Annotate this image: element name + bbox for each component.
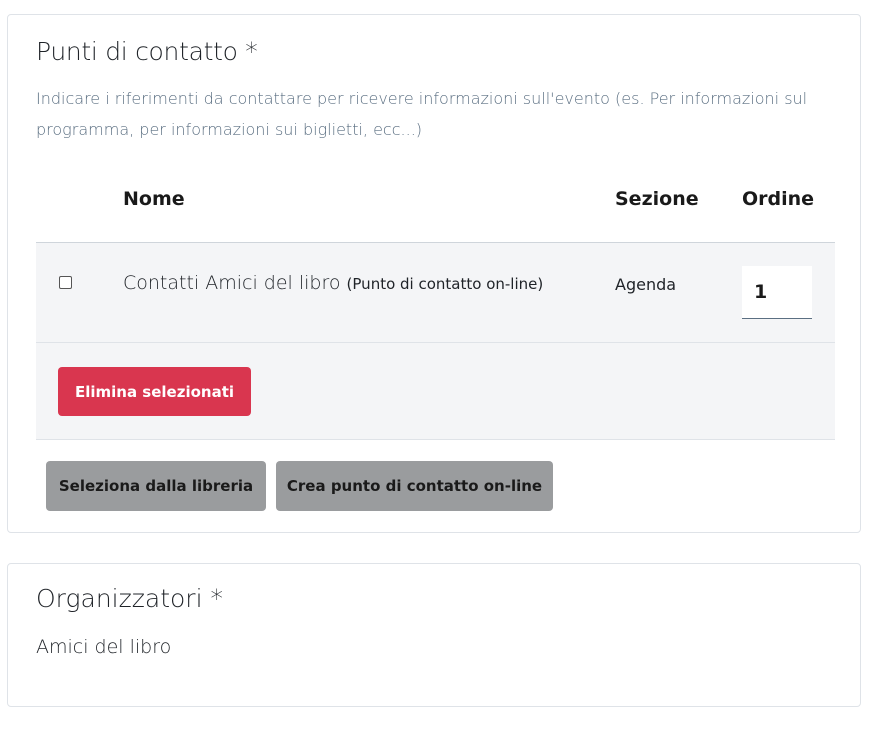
- select-from-library-button[interactable]: Seleziona dalla libreria: [46, 461, 266, 511]
- organizer-name: Amici del libro: [36, 636, 172, 658]
- contact-points-help-text: Indicare i riferimenti da contattare per…: [36, 89, 808, 139]
- contact-name-text: Contatti Amici del libro: [123, 272, 341, 294]
- organizers-card: Organizzatori * Amici del libro: [7, 563, 861, 707]
- delete-selected-button[interactable]: Elimina selezionati: [58, 367, 251, 416]
- create-online-contact-button[interactable]: Crea punto di contatto on-line: [276, 461, 553, 511]
- column-header-name: Nome: [123, 188, 185, 210]
- contact-type-text: (Punto di contatto on-line): [346, 275, 544, 293]
- organizers-title: Organizzatori *: [36, 584, 223, 613]
- contact-points-title: Punti di contatto *: [36, 37, 258, 66]
- contact-name: Contatti Amici del libro (Punto di conta…: [123, 272, 543, 294]
- column-header-section: Sezione: [615, 188, 699, 210]
- bulk-actions-bar: Elimina selezionati: [36, 343, 835, 440]
- table-row: Contatti Amici del libro (Punto di conta…: [36, 242, 835, 343]
- contact-section: Agenda: [615, 275, 677, 294]
- column-header-order: Ordine: [742, 188, 815, 210]
- row-select-checkbox[interactable]: [59, 276, 72, 289]
- contact-points-card: Punti di contatto * Indicare i riferimen…: [7, 14, 861, 533]
- order-input[interactable]: 1: [742, 266, 812, 319]
